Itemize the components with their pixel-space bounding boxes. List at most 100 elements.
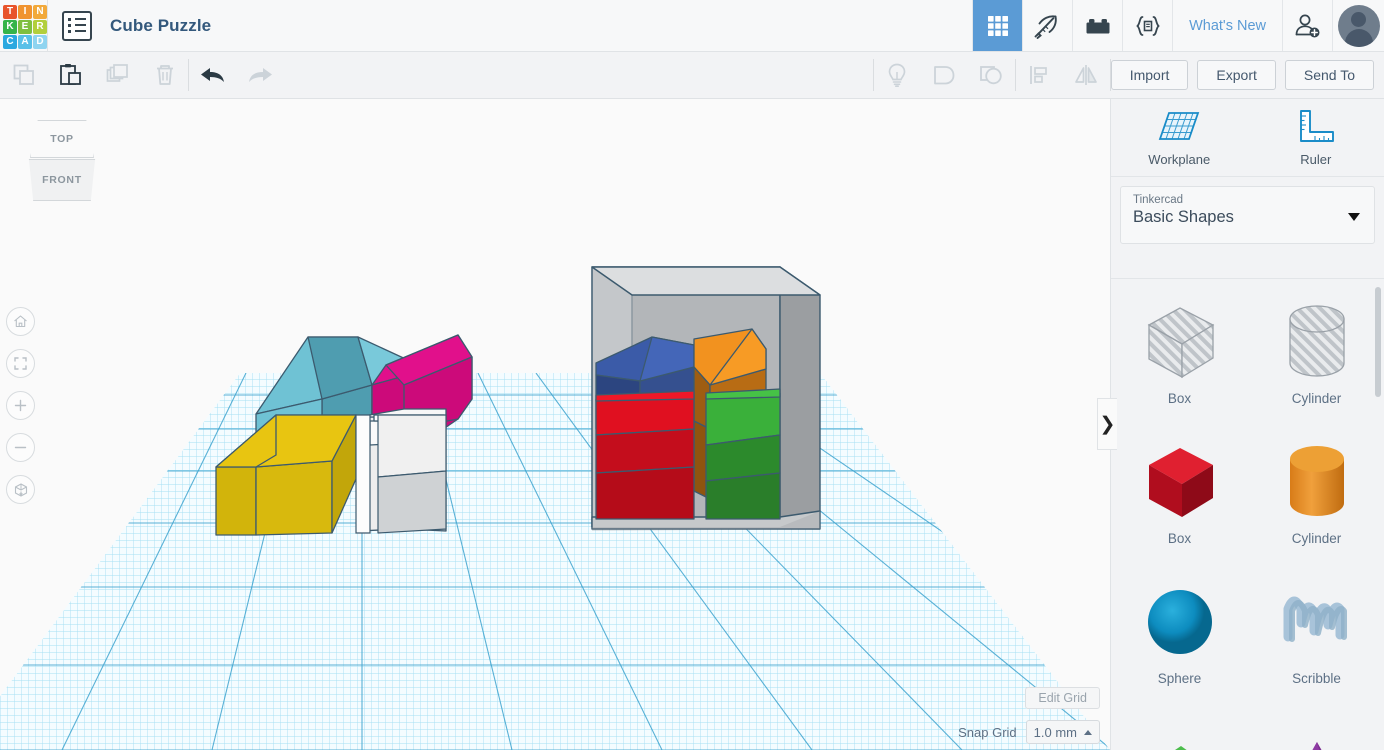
align-button[interactable] (1016, 52, 1063, 98)
shapes-panel: Workplane Ruler Tinkercad Basic Shapes B… (1110, 99, 1384, 750)
shape-box-hole[interactable]: Box (1111, 293, 1248, 433)
logo-tile-d: D (33, 35, 47, 49)
shape-list-scrollbar[interactable] (1375, 287, 1381, 397)
shape-list[interactable]: Box Cylinder Box Cylinder Sphere Scribbl… (1111, 278, 1384, 750)
panel-collapse-toggle[interactable]: ❯ (1097, 398, 1117, 450)
group-button[interactable] (921, 52, 968, 98)
mirror-button[interactable] (1063, 52, 1110, 98)
shape-label: Cylinder (1291, 391, 1342, 406)
tinkercad-app: TIN KER CAD Cube Puzzle What's New Import … (0, 0, 1384, 750)
logo-tile-k: K (3, 20, 17, 34)
list-icon[interactable] (62, 11, 92, 41)
undo-button[interactable] (189, 52, 236, 98)
shape-library-select[interactable]: Tinkercad Basic Shapes (1120, 186, 1375, 244)
tab-bricks[interactable] (1072, 0, 1122, 51)
copy-button[interactable] (0, 52, 47, 98)
logo-tile-r: R (33, 20, 47, 34)
hole-cylinder-icon (1274, 293, 1360, 391)
ruler-tool[interactable]: Ruler (1248, 99, 1384, 176)
minus-icon (14, 446, 27, 449)
chevron-down-icon (1348, 213, 1360, 221)
snap-grid-select[interactable]: 1.0 mm (1025, 720, 1100, 744)
scribble-icon (1274, 573, 1360, 671)
codeblocks-pickaxe-icon (1034, 14, 1057, 39)
tinkercad-logo[interactable]: TIN KER CAD (1, 3, 47, 49)
shape-box-red[interactable]: Box (1111, 433, 1248, 573)
workplane-3d-scene (0, 266, 1110, 750)
code-braces-icon (1135, 15, 1160, 36)
duplicate-button[interactable] (94, 52, 141, 98)
caret-up-icon (1084, 729, 1092, 735)
workplane-tool[interactable]: Workplane (1111, 99, 1248, 176)
snap-grid-value: 1.0 mm (1033, 724, 1077, 740)
home-view-button[interactable] (6, 307, 35, 336)
fit-to-view-button[interactable] (6, 349, 35, 378)
whats-new-link[interactable]: What's New (1172, 0, 1282, 51)
grid-view-icon (987, 15, 1008, 36)
ungroup-button[interactable] (968, 52, 1015, 98)
design-viewport[interactable]: TOP FRONT Edit Grid Snap Grid 1.0 mm (0, 99, 1110, 750)
divider (47, 0, 48, 51)
delete-button[interactable] (141, 52, 188, 98)
edit-toolbar: Import Export Send To (0, 52, 1384, 99)
view-cube-top[interactable]: TOP (30, 120, 94, 158)
soma-piece-gray (377, 414, 447, 534)
top-bar: TIN KER CAD Cube Puzzle What's New (0, 0, 1384, 52)
snap-grid-row: Snap Grid 1.0 mm (958, 720, 1100, 744)
redo-button[interactable] (236, 52, 283, 98)
library-collection: Basic Shapes (1133, 208, 1234, 226)
grid-controls: Edit Grid Snap Grid 1.0 mm (958, 687, 1100, 744)
zoom-in-button[interactable] (6, 391, 35, 420)
logo-tile-a: A (18, 35, 32, 49)
view-cube[interactable]: TOP FRONT (22, 117, 102, 205)
library-provider: Tinkercad (1133, 194, 1184, 206)
brick-icon (1086, 18, 1110, 33)
solid-cylinder-icon (1274, 433, 1360, 531)
export-buttons: Import Export Send To (1110, 52, 1384, 98)
view-cube-front[interactable]: FRONT (28, 159, 96, 201)
top-bar-right: What's New (972, 0, 1384, 51)
soma-piece-thin-white (355, 414, 371, 534)
import-button[interactable]: Import (1110, 60, 1189, 90)
shape-cylinder-hole[interactable]: Cylinder (1248, 293, 1384, 433)
cube-perspective-icon (14, 482, 27, 497)
shape-polygon-green[interactable] (1111, 713, 1248, 750)
logo-tile-e: E (18, 20, 32, 34)
shape-label: Scribble (1292, 671, 1341, 686)
zoom-out-button[interactable] (6, 433, 35, 462)
workplane-tool-label: Workplane (1148, 152, 1211, 167)
workplane-icon (1158, 112, 1200, 140)
edit-grid-button[interactable]: Edit Grid (1025, 687, 1100, 709)
navigation-controls (6, 307, 35, 517)
shape-grid: Box Cylinder Box Cylinder Sphere Scribbl… (1111, 279, 1384, 750)
object-tools (874, 52, 1015, 98)
shape-sphere-blue[interactable]: Sphere (1111, 573, 1248, 713)
plus-icon (14, 399, 27, 412)
ruler-tool-label: Ruler (1300, 152, 1332, 167)
fit-view-icon (14, 357, 27, 370)
home-icon (14, 315, 27, 328)
export-button[interactable]: Export (1197, 60, 1276, 90)
soma-piece-green (705, 388, 781, 520)
solid-box-icon (1137, 433, 1223, 531)
tab-codeblocks[interactable] (1022, 0, 1072, 51)
shape-cylinder-orange[interactable]: Cylinder (1248, 433, 1384, 573)
send-to-button[interactable]: Send To (1284, 60, 1374, 90)
tab-3d-design[interactable] (972, 0, 1023, 51)
page-title: Cube Puzzle (110, 15, 212, 35)
perspective-toggle-button[interactable] (6, 475, 35, 504)
shape-scribble[interactable]: Scribble (1248, 573, 1384, 713)
logo-tile-n: N (33, 5, 47, 19)
shape-cone-purple[interactable] (1248, 713, 1384, 750)
logo-tile-t: T (3, 5, 17, 19)
add-person-icon[interactable] (1282, 0, 1332, 51)
cone-icon (1274, 713, 1360, 750)
logo-tile-i: I (18, 5, 32, 19)
logo-tile-c: C (3, 35, 17, 49)
paste-button[interactable] (47, 52, 94, 98)
tab-code[interactable] (1122, 0, 1172, 51)
show-hide-button[interactable] (874, 52, 921, 98)
ruler-icon (1299, 110, 1334, 142)
avatar[interactable] (1332, 0, 1384, 51)
